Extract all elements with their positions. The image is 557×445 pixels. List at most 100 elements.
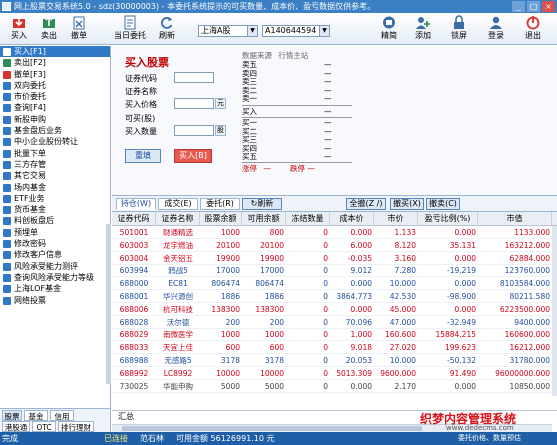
name-label: 证券名称	[125, 87, 157, 96]
buy-submit-button[interactable]: 买入[B]	[174, 149, 212, 163]
today-orders-button[interactable]: 当日委托	[110, 15, 150, 43]
table-row[interactable]: 730025 华能申购 5000 5000 0 0.000 2.170 0.000 10850.…	[112, 381, 557, 393]
table-row[interactable]: 603994 鸦战5 17000 17000 0 9.012 7.280 -19.219 123…	[112, 265, 557, 278]
sidebar-item-batch-order[interactable]: 批量下单	[0, 148, 110, 159]
sidebar-item-money-fund[interactable]: 货币基金	[0, 204, 110, 215]
page-title: 买入股票	[125, 56, 169, 69]
sidebar-item-other-trade[interactable]: 其它交易	[0, 170, 110, 181]
sidebar-item-dual-order[interactable]: 双向委托	[0, 80, 110, 91]
title-bar: 网上股票交易系统5.0 - sdz(30000003) - 本委托系统提示的可买…	[0, 0, 557, 13]
market-select[interactable]: 上海A股 ▼	[198, 25, 258, 37]
maximize-icon[interactable]: □	[527, 1, 540, 12]
table-row[interactable]: 688000 EC81 806474 806474 0 0.000 10.000 0.000 8…	[112, 278, 557, 291]
sidebar-item-risk-test[interactable]: 风险承受能力测评	[0, 261, 110, 272]
cell-value: 160600.000	[504, 330, 550, 340]
table-vertical-scrollbar[interactable]	[552, 226, 557, 396]
cell-cost: 3864.773	[336, 292, 372, 301]
tab-fund[interactable]: 基金	[24, 410, 48, 421]
add-button[interactable]: 添加	[408, 15, 438, 43]
tab-orders[interactable]: 委托(R)	[200, 198, 240, 210]
tab-otc[interactable]: OTC	[32, 421, 56, 432]
sidebar-item-exchange-fund[interactable]: 场内基金	[0, 182, 110, 193]
exit-button[interactable]: 退出	[518, 15, 548, 43]
column-header[interactable]: 盈亏比例(%)	[418, 212, 478, 226]
buy-icon	[13, 16, 25, 28]
compact-button[interactable]: 精简	[374, 15, 404, 43]
table-row[interactable]: 688006 杭可科技 138300 138300 0 0.000 45.000 0.000 6…	[112, 304, 557, 316]
table-row[interactable]: 688029 南微医学 1000 1000 0 1.000 160.600 15884.215…	[112, 329, 557, 342]
tab-holdings[interactable]: 持仓(W)	[116, 198, 156, 210]
account-select[interactable]: A140644594 ▼	[262, 25, 330, 37]
buy-button[interactable]: 买入	[4, 15, 34, 43]
lock-screen-button[interactable]: 锁屏	[444, 15, 474, 43]
login-button[interactable]: 登录	[481, 15, 511, 43]
sidebar-item-ipo[interactable]: 新股申购	[0, 114, 110, 125]
cell-balance: 1000	[220, 228, 240, 237]
tab-stock[interactable]: 股票	[2, 410, 22, 421]
sidebar-item-risk-level[interactable]: 查询风险承受能力等级	[0, 272, 110, 283]
sidebar-item-edit-profile[interactable]: 修改客户信息	[0, 249, 110, 260]
table-row[interactable]: 603003 龙宇燃油 20100 20100 0 6.000 8.120 35.131 163…	[112, 240, 557, 252]
column-header[interactable]: 证券代码	[112, 212, 156, 226]
reset-button[interactable]: 重填	[125, 149, 161, 163]
cell-balance: 1000	[220, 330, 240, 340]
sidebar-item-fund-after-hours[interactable]: 基金盘后业务	[0, 125, 110, 136]
table-row[interactable]: 603004 金天铝五 19900 19900 0 -0.035 3.160 0.000 628…	[112, 253, 557, 265]
tab-ranking-finance[interactable]: 排行理财	[58, 421, 94, 432]
cell-price: 27.020	[389, 343, 416, 353]
sidebar-item-lof[interactable]: 上海LOF基金	[0, 283, 110, 294]
column-header[interactable]: 成本价	[330, 212, 374, 226]
close-icon[interactable]: ×	[542, 1, 555, 12]
sell-button[interactable]: 卖出	[34, 15, 64, 43]
cancel-buys-button[interactable]: 撤买(X)	[390, 198, 424, 210]
cancel-sells-button[interactable]: 撤卖(C)	[426, 198, 460, 210]
scrollbar-thumb[interactable]	[122, 426, 422, 431]
column-header[interactable]: 市价	[374, 212, 418, 226]
sidebar-item-market-order[interactable]: 市价委托	[0, 91, 110, 102]
table-row[interactable]: 688028 沃尔德 200 200 0 70.096 47.000 -32.949 9400.…	[112, 317, 557, 329]
tab-trades[interactable]: 成交(E)	[158, 198, 198, 210]
sidebar-item-vote[interactable]: 网络投票	[0, 295, 110, 306]
price-input[interactable]	[174, 98, 214, 109]
sidebar-item-custody[interactable]: 三方存管	[0, 159, 110, 170]
dual-order-icon	[3, 81, 11, 90]
column-header[interactable]: 可用余额	[242, 212, 286, 226]
column-header[interactable]: 冻结数量	[286, 212, 330, 226]
refresh-positions-button[interactable]: ↻刷新	[242, 198, 282, 210]
cancel-order-button[interactable]: 撤单	[64, 15, 94, 43]
quantity-label: 买入数量	[125, 127, 157, 136]
cell-cost: -0.035	[347, 253, 372, 263]
sidebar-bottom-tabs: 股票 基金 信用 港股通 OTC 排行理财	[0, 408, 111, 432]
sidebar-item-buy[interactable]: 买入[F1]	[0, 46, 110, 58]
column-header[interactable]: 市值	[478, 212, 552, 226]
sidebar-item-query[interactable]: 查询[F4]	[0, 102, 110, 113]
column-header[interactable]: 股票余额	[200, 212, 242, 226]
cell-code: 688000	[119, 279, 149, 289]
table-row[interactable]: 501001 财通精选 1000 800 0 0.000 1.133 0.000 1133.00…	[112, 227, 557, 239]
column-header[interactable]: 证券名称	[156, 212, 200, 226]
cell-value: 123760.000	[504, 266, 550, 276]
sidebar-item-etf[interactable]: ETF业务	[0, 193, 110, 204]
sidebar-item-sell[interactable]: 卖出[F2]	[0, 57, 110, 68]
cell-balance: 3178	[220, 356, 240, 365]
cell-price: 1.133	[394, 228, 416, 237]
tab-credit[interactable]: 信用	[50, 410, 74, 421]
quantity-input[interactable]	[174, 125, 214, 136]
table-row[interactable]: 688992 LC8992 10000 10000 0 5013.309 9600.000 9…	[112, 368, 557, 380]
table-row[interactable]: 688988 无感路5 3178 3178 0 20.053 10.000 -50.132 31…	[112, 355, 557, 367]
refresh-button[interactable]: 刷新	[152, 15, 182, 43]
sidebar-item-cancel[interactable]: 撤单[F3]	[0, 69, 110, 80]
sidebar-item-change-password[interactable]: 修改密码	[0, 238, 110, 249]
sidebar-scrollbar[interactable]	[106, 224, 111, 384]
cell-pnl: 199.623	[444, 343, 476, 353]
minimize-icon[interactable]: _	[512, 1, 525, 12]
cancel-all-button[interactable]: 全撤(Z /)	[346, 198, 386, 210]
sidebar-item-share-transfer[interactable]: 中小企业股份转让	[0, 136, 110, 147]
sidebar-item-star-market[interactable]: 料创板盘后	[0, 215, 110, 226]
cell-balance: 10000	[216, 368, 240, 378]
tab-hk-connect[interactable]: 港股通	[2, 421, 30, 432]
table-row[interactable]: 688033 天宜上佳 600 600 0 9.018 27.020 199.623 16212…	[112, 342, 557, 355]
table-row[interactable]: 688001 华兴源创 1886 1886 0 3864.773 42.530 -98.900…	[112, 291, 557, 303]
sidebar-item-preorder[interactable]: 预埋单	[0, 227, 110, 238]
code-input[interactable]	[174, 72, 214, 83]
